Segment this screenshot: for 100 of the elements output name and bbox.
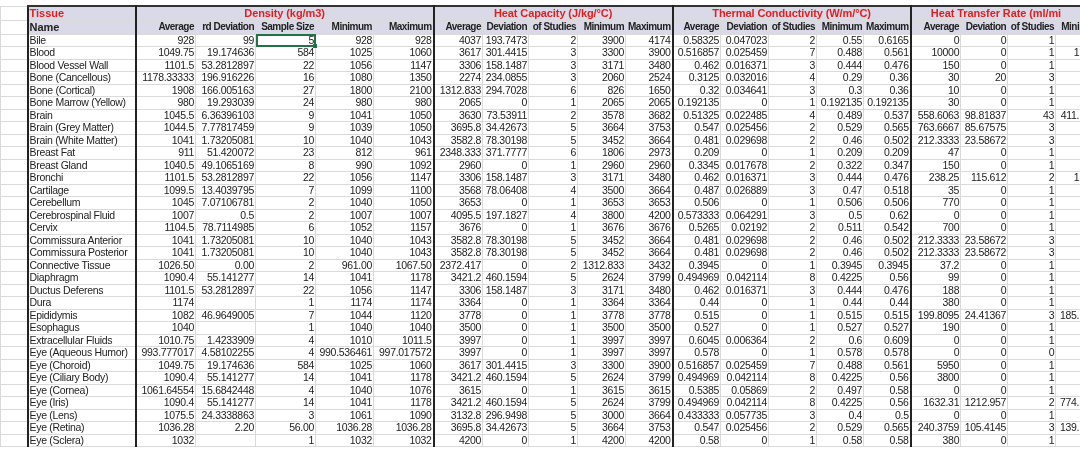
table-cell: 24.41367: [960, 309, 1008, 322]
table-cell: 0.5: [195, 209, 256, 222]
table-cell: 1: [1007, 96, 1056, 109]
table-cell: 78.7114985: [195, 221, 256, 234]
table-cell: 0.462: [672, 171, 721, 184]
table-cell: Eye (Retina): [27, 421, 136, 434]
table-cell: 1174: [315, 296, 374, 309]
table-cell: 0.51325: [672, 109, 721, 122]
table-cell: 3171: [577, 284, 626, 297]
table-cell: 0: [910, 346, 961, 359]
table-cell: 2: [528, 259, 578, 272]
table-cell: 9: [255, 121, 316, 134]
table-cell: 0.609: [863, 334, 911, 347]
table-cell: 1800: [315, 84, 374, 97]
table-cell: 0.032016: [720, 71, 769, 84]
fill-handle[interactable]: [313, 44, 317, 48]
table-cell: Breast Gland: [27, 159, 136, 172]
table-cell: 0.026889: [720, 184, 769, 197]
table-cell: 558.6063: [910, 109, 961, 122]
table-cell: 3: [768, 84, 817, 97]
table-cell: 3480: [625, 284, 673, 297]
table-cell: 1045: [135, 196, 196, 209]
table-cell: 1: [528, 384, 578, 397]
table-cell: 1075.5: [135, 409, 196, 422]
table-cell: 1040: [315, 384, 374, 397]
table-cell: 2100: [373, 84, 434, 97]
table-cell: 5: [528, 234, 578, 247]
table-cell: 0.46: [816, 234, 864, 247]
table-cell: 928: [135, 34, 196, 47]
table-cell: 3364: [433, 296, 483, 309]
table-cell: 0: [960, 321, 1008, 334]
table-cell: 0.025459: [720, 359, 769, 372]
table-cell: 1025: [315, 359, 374, 372]
table-cell: 1: [768, 346, 817, 359]
table-cell: 0.6045: [672, 334, 721, 347]
table-cell: 0.494969: [672, 371, 721, 384]
table-cell: 928: [373, 34, 434, 47]
table-cell: 23.58672: [960, 134, 1008, 147]
table-cell: 1052: [315, 221, 374, 234]
table-cell: 3: [1007, 234, 1056, 247]
table-cell: 5: [255, 34, 316, 47]
table-cell: 3676: [577, 221, 626, 234]
table-cell: 1312.833: [433, 84, 483, 97]
table-cell: 2065: [577, 96, 626, 109]
table-cell: 1061.64554: [135, 384, 196, 397]
table-cell: 53.2812897: [195, 284, 256, 297]
table-cell: 3778: [625, 309, 673, 322]
table-cell: Eye (Choroid): [27, 359, 136, 372]
table-cell: 1.73205081: [195, 246, 256, 259]
table-cell: 1650: [625, 84, 673, 97]
table-cell: 46.9649005: [195, 309, 256, 322]
group-header: Heat Transfer Rate (ml/mi: [910, 6, 1080, 20]
table-cell: 0.5: [816, 209, 864, 222]
table-cell: 1: [528, 434, 578, 447]
table-cell: 0.578: [863, 346, 911, 359]
table-cell: 0.025456: [720, 421, 769, 434]
table-cell: 6: [255, 221, 316, 234]
table-cell: 997.017572: [373, 346, 434, 359]
table-cell: 196.916226: [195, 71, 256, 84]
table-cell: 2: [768, 121, 817, 134]
table-cell: Blood Vessel Wall: [27, 59, 136, 72]
table-cell: 1: [768, 321, 817, 334]
table-cell: 197.1827: [482, 209, 529, 222]
table-cell: 1092: [373, 159, 434, 172]
table-cell: 3653: [625, 196, 673, 209]
table-cell: 3421.2: [433, 371, 483, 384]
table-cell: 8: [768, 396, 817, 409]
table-cell: 3: [1007, 309, 1056, 322]
table-cell: 0.36: [863, 71, 911, 84]
table-cell: 0.47: [816, 184, 864, 197]
table-cell: 1041: [315, 396, 374, 409]
table-cell: 2: [528, 109, 578, 122]
table-cell: 1632.31: [910, 396, 961, 409]
table-cell: 1908: [135, 84, 196, 97]
table-cell: 1: [528, 321, 578, 334]
table-cell: 1039: [315, 121, 374, 134]
table-cell: 928: [315, 34, 374, 47]
table-cell: 99: [910, 271, 961, 284]
table-cell: 980: [135, 96, 196, 109]
table-cell: 3578: [577, 109, 626, 122]
table-cell: 3: [1007, 71, 1056, 84]
table-cell: 1026.50: [135, 259, 196, 272]
table-cell: 238.25: [910, 171, 961, 184]
table-cell: 22: [255, 59, 316, 72]
table-cell: 1040: [373, 321, 434, 334]
table-cell: 1041: [315, 109, 374, 122]
table-cell: 1056: [315, 171, 374, 184]
table-cell: Bile: [27, 34, 136, 47]
table-cell: 0.506: [863, 196, 911, 209]
table-cell: 1147: [373, 59, 434, 72]
table-cell: 3664: [625, 409, 673, 422]
table-cell: 212.3333: [910, 246, 961, 259]
table-cell: 30: [910, 96, 961, 109]
table-cell: 0: [910, 34, 961, 47]
table-cell: 3568: [433, 184, 483, 197]
table-cell: 3695.8: [433, 421, 483, 434]
table-cell: 0.047023: [720, 34, 769, 47]
table-cell: 1: [528, 334, 578, 347]
table-cell: 0.502: [863, 134, 911, 147]
table-cell: 3997: [625, 346, 673, 359]
